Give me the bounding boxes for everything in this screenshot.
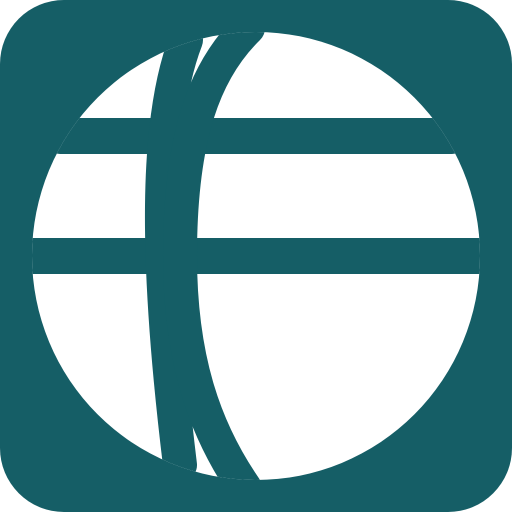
app-icon-tile[interactable] [0, 0, 512, 512]
globe-icon [0, 0, 512, 512]
